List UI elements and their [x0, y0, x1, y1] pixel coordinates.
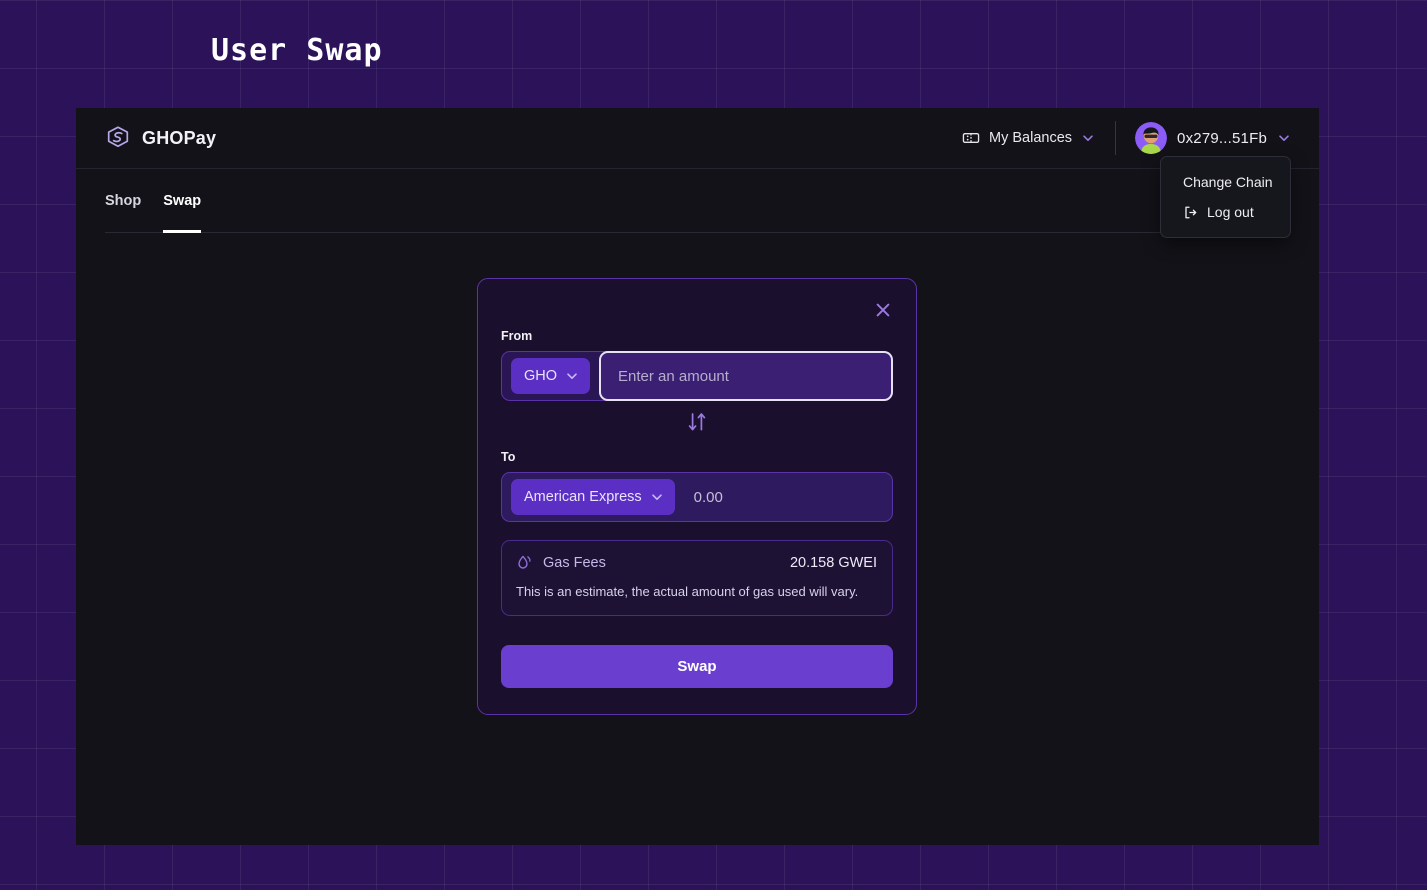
- chevron-down-icon: [1277, 131, 1291, 145]
- tab-shop[interactable]: Shop: [105, 169, 141, 233]
- account-button[interactable]: 0x279...51Fb: [1116, 122, 1291, 154]
- from-token-label: GHO: [524, 368, 558, 384]
- logout-icon: [1183, 205, 1198, 220]
- account-dropdown-menu: Change Chain Log out: [1160, 156, 1291, 238]
- to-row: American Express 0.00: [501, 472, 893, 522]
- gas-fees-value: 20.158 GWEI: [789, 554, 877, 571]
- gas-fees-note: This is an estimate, the actual amount o…: [516, 584, 859, 599]
- to-amount-value: 0.00: [693, 488, 723, 506]
- menu-item-label: Log out: [1207, 204, 1254, 220]
- top-bar: GHOPay My Balances 0x279...51Fb: [76, 108, 1319, 169]
- to-token-select[interactable]: American Express: [511, 479, 675, 515]
- brand-name: GHOPay: [142, 127, 217, 148]
- chevron-down-icon: [1081, 131, 1095, 145]
- swap-submit-button[interactable]: Swap: [501, 644, 893, 688]
- app-window: GHOPay My Balances 0x279...51Fb Change C…: [76, 108, 1319, 845]
- to-label: To: [501, 450, 516, 464]
- brand[interactable]: GHOPay: [105, 125, 216, 151]
- user-avatar: [1135, 122, 1168, 154]
- chevron-down-icon: [565, 369, 579, 383]
- tab-swap[interactable]: Swap: [163, 169, 201, 233]
- chevron-down-icon: [650, 490, 664, 504]
- my-balances-label: My Balances: [989, 130, 1073, 146]
- from-row: GHO: [501, 351, 893, 401]
- from-amount-input[interactable]: [599, 351, 893, 401]
- swap-card: From GHO To: [477, 278, 917, 715]
- close-row: [501, 300, 893, 320]
- swap-arrows-icon[interactable]: [687, 411, 707, 433]
- gas-fees-top-row: Gas Fees 20.158 GWEI: [516, 554, 877, 571]
- to-token-label: American Express: [524, 489, 642, 505]
- close-icon[interactable]: [873, 300, 893, 320]
- from-token-select[interactable]: GHO: [511, 358, 591, 394]
- switch-direction-row: [501, 403, 893, 441]
- menu-item-change-chain[interactable]: Change Chain: [1161, 167, 1290, 197]
- gas-fees-label: Gas Fees: [543, 554, 606, 571]
- tab-bar: Shop Swap: [76, 169, 1319, 233]
- page-title: User Swap: [211, 33, 383, 68]
- gas-fees-left: Gas Fees: [516, 554, 606, 571]
- ticket-icon: [962, 129, 980, 147]
- menu-item-label: Change Chain: [1183, 174, 1273, 190]
- from-label: From: [501, 329, 533, 343]
- gas-fees-box: Gas Fees 20.158 GWEI This is an estimate…: [501, 540, 893, 616]
- my-balances-button[interactable]: My Balances: [962, 129, 1115, 147]
- menu-item-log-out[interactable]: Log out: [1161, 197, 1290, 227]
- account-address: 0x279...51Fb: [1177, 129, 1267, 147]
- droplet-icon: [516, 554, 533, 571]
- ghopay-hexagon-logo-icon: [105, 125, 131, 151]
